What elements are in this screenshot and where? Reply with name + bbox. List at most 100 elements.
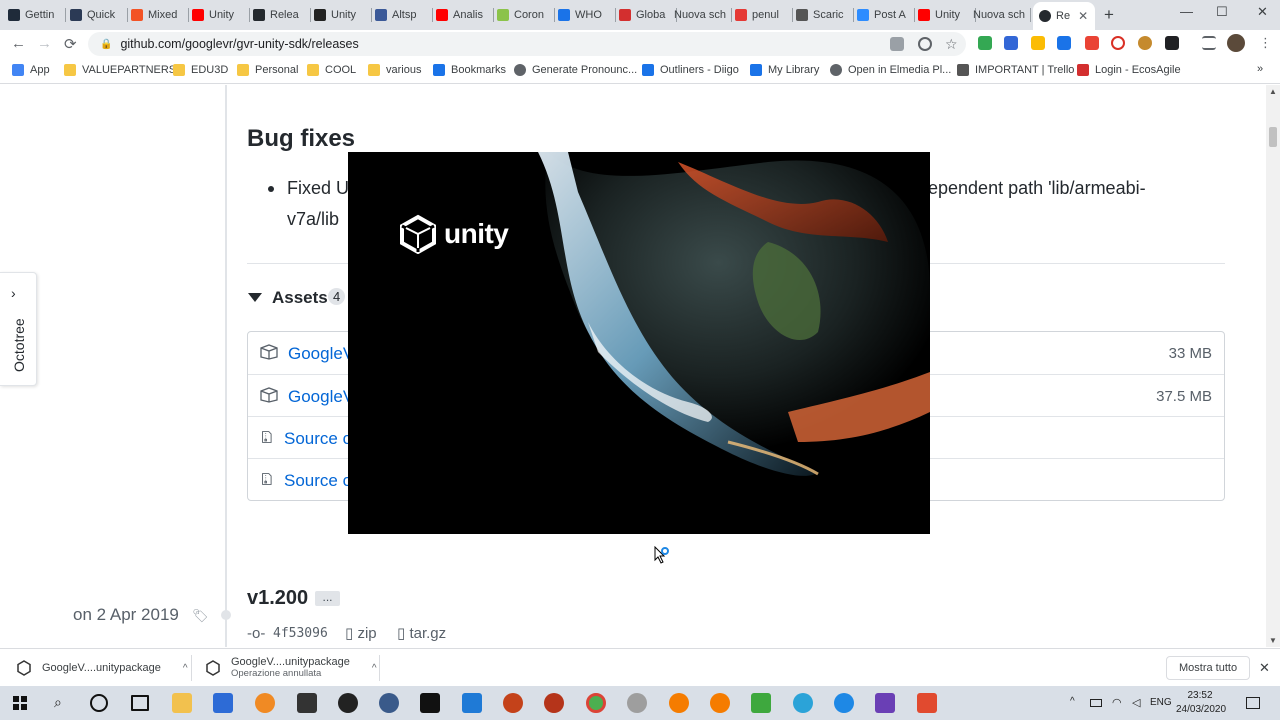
browser-tab[interactable]: Altsp	[375, 4, 433, 26]
terminal-extension-icon[interactable]	[1165, 36, 1179, 50]
browser-tab[interactable]: Scaric	[796, 4, 854, 26]
app-icon[interactable]	[503, 693, 523, 713]
browser-tab[interactable]: Post A	[857, 4, 915, 26]
release-version[interactable]: v1.200	[247, 587, 308, 610]
browser-tab[interactable]: Unity	[192, 4, 250, 26]
show-all-button[interactable]: Mostra tutto	[1166, 656, 1251, 680]
extension-icon[interactable]	[1085, 36, 1099, 50]
browser-tab[interactable]: Relea	[253, 4, 311, 26]
bookmark-item[interactable]: App	[12, 64, 50, 76]
bookmark-item[interactable]: Open in Elmedia Pl...	[830, 64, 951, 76]
translate-icon[interactable]	[890, 37, 904, 51]
chrome-icon[interactable]	[586, 693, 606, 713]
notifications-icon[interactable]	[1246, 697, 1260, 709]
language-indicator[interactable]: ENG	[1150, 697, 1172, 708]
app-icon[interactable]	[544, 693, 564, 713]
address-bar[interactable]: 🔒 github.com/googlevr/gvr-unity-sdk/rele…	[88, 32, 966, 56]
blender-icon[interactable]	[710, 693, 730, 713]
menu-icon[interactable]: ⋮	[1259, 35, 1273, 50]
scroll-thumb[interactable]	[1269, 127, 1277, 147]
tray-chevron-icon[interactable]: ^	[1070, 696, 1075, 707]
targz-download-link[interactable]: ▯ tar.gz	[397, 624, 446, 642]
cortana-icon[interactable]	[90, 694, 108, 712]
bookmark-item[interactable]: COOL	[307, 64, 356, 76]
zip-download-link[interactable]: ▯ zip	[345, 624, 377, 642]
bookmark-item[interactable]: IMPORTANT | Trello	[957, 64, 1074, 76]
bookmark-item[interactable]: EDU3D	[173, 64, 228, 76]
task-view-icon[interactable]	[131, 695, 149, 711]
visual-studio-icon[interactable]	[875, 693, 895, 713]
app-icon[interactable]	[379, 693, 399, 713]
bookmark-item[interactable]: My Library	[750, 64, 819, 76]
download-item[interactable]: GoogleV....unitypackage Operazione annul…	[205, 649, 377, 687]
reading-list-icon[interactable]	[1202, 36, 1216, 50]
volume-icon[interactable]: ◁	[1132, 696, 1140, 709]
octotree-toggle[interactable]: › Octotree	[0, 272, 37, 386]
bookmark-item[interactable]: Login - EcosAgile	[1077, 64, 1181, 76]
browser-tab[interactable]: Nuova sch	[973, 4, 1031, 26]
wifi-icon[interactable]: ◠	[1112, 696, 1122, 709]
browser-tab[interactable]: Mixed	[131, 4, 189, 26]
download-item[interactable]: GoogleV....unitypackage ^	[16, 649, 188, 687]
blender-icon[interactable]	[669, 693, 689, 713]
maximize-button[interactable]: ☐	[1216, 4, 1228, 20]
star-icon[interactable]: ☆	[945, 36, 959, 52]
windows-start-icon[interactable]	[13, 696, 27, 710]
asset-link[interactable]: GoogleV	[288, 344, 354, 364]
bookmark-item[interactable]: Generate Pronounc...	[514, 64, 637, 76]
block-extension-icon[interactable]	[1111, 36, 1125, 50]
scroll-down-icon[interactable]: ▼	[1269, 636, 1277, 645]
collapse-triangle-icon[interactable]	[248, 293, 262, 302]
close-window-button[interactable]: ✕	[1257, 4, 1268, 20]
asset-link[interactable]: Source c	[284, 471, 351, 491]
chevron-up-icon[interactable]: ^	[372, 663, 377, 674]
app-icon[interactable]	[255, 693, 275, 713]
bookmark-item[interactable]: Personal	[237, 64, 298, 76]
forward-button[interactable]: →	[37, 35, 52, 52]
asset-link[interactable]: Source c	[284, 429, 351, 449]
app-icon[interactable]	[627, 693, 647, 713]
more-button[interactable]: ...	[315, 591, 340, 606]
browser-tab[interactable]: Globa	[619, 4, 677, 26]
page-scrollbar[interactable]: ▲ ▼	[1266, 85, 1280, 647]
clock[interactable]: 23:52 24/03/2020	[1176, 689, 1226, 717]
scroll-up-icon[interactable]: ▲	[1269, 87, 1277, 96]
app-icon[interactable]	[213, 693, 233, 713]
avatar[interactable]	[1227, 34, 1245, 52]
app-icon[interactable]	[793, 693, 813, 713]
commit-hash-link[interactable]: 4f53096	[273, 626, 328, 641]
tab-releases-active[interactable]: Re ✕	[1033, 2, 1095, 30]
browser-tab[interactable]: Quick	[70, 4, 128, 26]
browser-tab[interactable]: Unity	[918, 4, 976, 26]
bookmark-item[interactable]: Outliners - Diigo	[642, 64, 739, 76]
zoom-icon[interactable]	[918, 37, 932, 51]
browser-tab[interactable]: WHO	[558, 4, 616, 26]
battery-icon[interactable]	[1090, 699, 1102, 707]
vscode-icon[interactable]	[462, 693, 482, 713]
extension-icon[interactable]	[1004, 36, 1018, 50]
chevron-up-icon[interactable]: ^	[183, 663, 188, 674]
browser-tab[interactable]: Unity	[314, 4, 372, 26]
diigo-extension-icon[interactable]	[1057, 36, 1071, 50]
app-icon[interactable]	[834, 693, 854, 713]
browser-tab[interactable]: Analis	[436, 4, 494, 26]
bookmarks-overflow-icon[interactable]: »	[1257, 63, 1263, 75]
drive-extension-icon[interactable]	[978, 36, 992, 50]
bookmark-item[interactable]: various	[368, 64, 421, 76]
unity-hub-icon[interactable]	[338, 693, 358, 713]
file-explorer-icon[interactable]	[172, 693, 192, 713]
search-icon[interactable]: ⌕	[54, 694, 62, 711]
bookmark-item[interactable]: Bookmarks	[433, 64, 506, 76]
app-icon[interactable]	[751, 693, 771, 713]
cookie-extension-icon[interactable]	[1138, 36, 1152, 50]
browser-tab[interactable]: Gettin	[8, 4, 66, 26]
tab-close-icon[interactable]: ✕	[1078, 9, 1088, 23]
browser-tab[interactable]: Nuova sch	[674, 4, 732, 26]
browser-tab[interactable]: Coron	[497, 4, 555, 26]
asset-link[interactable]: GoogleV	[288, 387, 354, 407]
browser-tab[interactable]: penul	[735, 4, 793, 26]
app-icon[interactable]	[917, 693, 937, 713]
app-icon[interactable]	[297, 693, 317, 713]
extension-icon[interactable]	[1031, 36, 1045, 50]
assets-toggle[interactable]: Assets	[272, 288, 328, 308]
